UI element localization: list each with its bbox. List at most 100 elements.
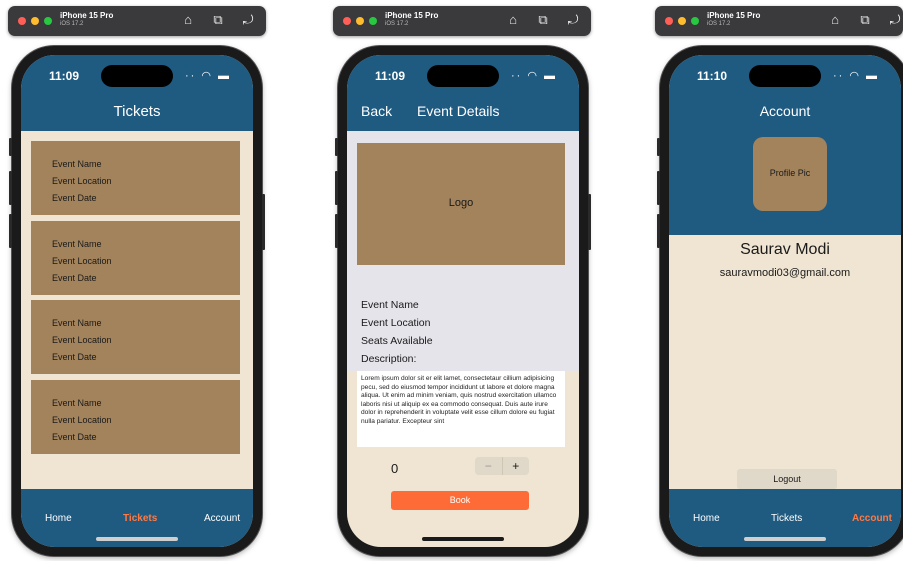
book-button[interactable]: Book — [391, 491, 529, 510]
tab-tickets[interactable]: Tickets — [771, 513, 802, 524]
rotate-icon[interactable]: ⤾ — [240, 12, 256, 28]
event-info: Logo Event Name Event Location Seats Ava… — [347, 131, 579, 371]
event-location: Event Location — [52, 335, 112, 345]
logo-label: Logo — [448, 197, 474, 209]
screenshot-icon[interactable]: ⧉ — [857, 12, 873, 28]
page-title: Event Details — [417, 103, 500, 119]
action-button — [657, 138, 660, 156]
user-name: Saurav Modi — [740, 241, 830, 258]
action-button — [9, 138, 12, 156]
page-title: Account — [759, 103, 811, 119]
status-time: 11:09 — [375, 69, 406, 83]
event-location: Event Location — [52, 415, 112, 425]
minimize-icon[interactable] — [356, 17, 364, 25]
wifi-battery-icon: ·· ◠ ▬ — [832, 70, 879, 82]
event-location: Event Location — [361, 317, 431, 329]
screenshot-icon[interactable]: ⧉ — [210, 12, 226, 28]
window-controls[interactable] — [343, 17, 377, 25]
phone-account: Account Profile Pic 11:10 ·· ◠ ▬ Saurav … — [657, 46, 903, 556]
event-name: Event Name — [52, 239, 102, 249]
user-email: sauravmodi03@gmail.com — [719, 267, 851, 279]
tab-tickets[interactable]: Tickets — [123, 513, 157, 524]
device-label: iPhone 15 Pro iOS 17.2 — [707, 11, 760, 27]
simulator-tools: ⌂ ⧉ ⤾ — [505, 12, 581, 28]
increment-button[interactable]: + — [503, 457, 530, 475]
power-button — [262, 194, 265, 250]
event-location: Event Location — [52, 256, 112, 266]
status-time: 11:09 — [49, 69, 80, 83]
os-version: iOS 17.2 — [707, 21, 731, 27]
status-time: 11:10 — [697, 69, 728, 83]
profile-picture[interactable]: Profile Pic — [753, 137, 827, 211]
volume-up-button — [335, 171, 338, 205]
phone-tickets: Tickets 11:09 ·· ◠ ▬ Event Name Event Lo… — [9, 46, 265, 556]
minimize-icon[interactable] — [678, 17, 686, 25]
event-date: Event Date — [52, 432, 97, 442]
device-name: iPhone 15 Pro — [707, 11, 761, 20]
window-controls[interactable] — [665, 17, 699, 25]
page-title: Tickets — [113, 103, 161, 120]
wifi-battery-icon: ·· ◠ ▬ — [184, 70, 231, 82]
device-label: iPhone 15 Pro iOS 17.2 — [60, 11, 113, 27]
phone-event-details: Back Event Details 11:09 ·· ◠ ▬ Logo Eve… — [335, 46, 591, 556]
dynamic-island — [427, 65, 499, 87]
ticket-card[interactable]: Event Name Event Location Event Date — [31, 141, 240, 215]
logout-button[interactable]: Logout — [737, 469, 837, 489]
decrement-button[interactable]: − — [475, 457, 503, 475]
rotate-icon[interactable]: ⤾ — [565, 12, 581, 28]
event-name: Event Name — [52, 318, 102, 328]
description-text[interactable]: Lorem ipsum dolor sit er elit lamet, con… — [357, 371, 565, 447]
close-icon[interactable] — [665, 17, 673, 25]
device-name: iPhone 15 Pro — [385, 11, 439, 20]
tab-account[interactable]: Account — [852, 513, 892, 524]
tab-account[interactable]: Account — [204, 513, 240, 524]
simulator-tools: ⌂ ⧉ ⤾ — [180, 12, 256, 28]
simulator-titlebar-1: iPhone 15 Pro iOS 17.2 ⌂ ⧉ ⤾ — [8, 6, 266, 36]
zoom-icon[interactable] — [691, 17, 699, 25]
ticket-card[interactable]: Event Name Event Location Event Date — [31, 300, 240, 374]
dynamic-island — [101, 65, 173, 87]
ticket-card[interactable]: Event Name Event Location Event Date — [31, 221, 240, 295]
close-icon[interactable] — [18, 17, 26, 25]
simulator-titlebar-3: iPhone 15 Pro iOS 17.2 ⌂ ⧉ ⤾ — [655, 6, 903, 36]
event-date: Event Date — [52, 273, 97, 283]
tab-home[interactable]: Home — [693, 513, 720, 524]
tickets-list: Event Name Event Location Event Date Eve… — [21, 131, 253, 489]
power-button — [588, 194, 591, 250]
volume-down-button — [335, 214, 338, 248]
tab-home[interactable]: Home — [45, 513, 72, 524]
volume-up-button — [657, 171, 660, 205]
tickets-screen: Tickets 11:09 ·· ◠ ▬ Event Name Event Lo… — [21, 55, 253, 547]
description-label: Description: — [361, 353, 417, 365]
os-version: iOS 17.2 — [385, 21, 409, 27]
home-icon[interactable]: ⌂ — [180, 12, 196, 28]
os-version: iOS 17.2 — [60, 21, 84, 27]
close-icon[interactable] — [343, 17, 351, 25]
event-date: Event Date — [52, 352, 97, 362]
volume-down-button — [9, 214, 12, 248]
profile-pic-label: Profile Pic — [769, 168, 811, 178]
home-indicator — [422, 537, 504, 541]
home-icon[interactable]: ⌂ — [505, 12, 521, 28]
status-bar: 11:09 ·· ◠ ▬ — [347, 55, 579, 95]
home-indicator — [96, 537, 178, 541]
simulator-tools: ⌂ ⧉ ⤾ — [827, 12, 903, 28]
window-controls[interactable] — [18, 17, 52, 25]
action-button — [335, 138, 338, 156]
minimize-icon[interactable] — [31, 17, 39, 25]
zoom-icon[interactable] — [44, 17, 52, 25]
zoom-icon[interactable] — [369, 17, 377, 25]
event-name: Event Name — [52, 398, 102, 408]
quantity-stepper: − + — [475, 457, 529, 475]
event-date: Event Date — [52, 193, 97, 203]
back-button[interactable]: Back — [361, 103, 392, 119]
ticket-card[interactable]: Event Name Event Location Event Date — [31, 380, 240, 454]
screenshot-icon[interactable]: ⧉ — [535, 12, 551, 28]
device-label: iPhone 15 Pro iOS 17.2 — [385, 11, 438, 27]
wifi-battery-icon: ·· ◠ ▬ — [510, 70, 557, 82]
device-name: iPhone 15 Pro — [60, 11, 114, 20]
home-icon[interactable]: ⌂ — [827, 12, 843, 28]
account-screen: Account Profile Pic 11:10 ·· ◠ ▬ Saurav … — [669, 55, 901, 547]
volume-down-button — [657, 214, 660, 248]
rotate-icon[interactable]: ⤾ — [887, 12, 903, 28]
